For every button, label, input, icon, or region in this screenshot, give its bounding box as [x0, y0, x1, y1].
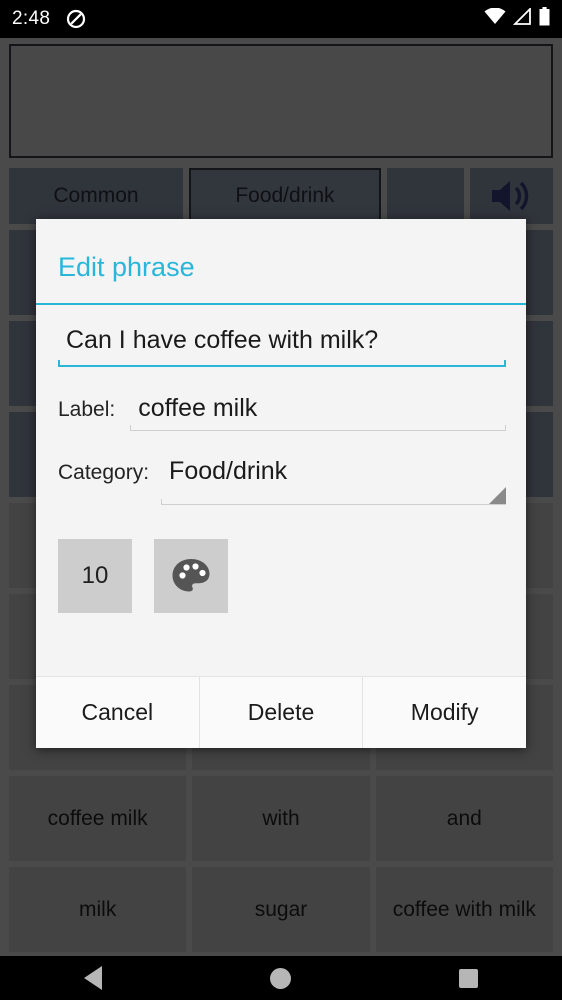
label-input-wrapper[interactable]: coffee milk — [130, 394, 506, 431]
category-spinner-underline — [161, 499, 506, 505]
status-bar-icons — [484, 6, 550, 31]
phrase-input[interactable]: Can I have coffee with milk? — [58, 326, 506, 365]
edit-phrase-dialog: Edit phrase Can I have coffee with milk?… — [36, 219, 527, 748]
wifi-icon — [484, 7, 506, 30]
dialog-body: Can I have coffee with milk? Label: coff… — [36, 305, 526, 676]
phrase-input-underline — [58, 360, 506, 367]
font-size-value: 10 — [81, 562, 109, 589]
color-picker-button[interactable] — [154, 539, 228, 613]
home-circle-icon[interactable] — [270, 967, 291, 989]
battery-full-icon — [539, 7, 550, 31]
category-caption: Category: — [58, 461, 150, 484]
label-input-underline — [130, 425, 506, 431]
do-not-disturb-icon — [66, 9, 86, 29]
recents-square-icon[interactable] — [459, 968, 478, 988]
option-buttons-row: 10 — [58, 539, 526, 613]
cancel-button[interactable]: Cancel — [36, 677, 200, 748]
label-caption: Label: — [58, 398, 116, 421]
font-size-button[interactable]: 10 — [58, 539, 132, 613]
category-row: Category: Food/drink — [58, 457, 506, 505]
cell-signal-icon — [512, 6, 532, 30]
palette-icon — [172, 559, 210, 592]
label-input[interactable]: coffee milk — [130, 394, 506, 430]
back-triangle-icon[interactable] — [84, 966, 102, 990]
dialog-button-bar: Cancel Delete Modify — [36, 676, 527, 748]
android-nav-bar — [0, 956, 562, 1000]
phrase-input-wrapper[interactable]: Can I have coffee with milk? — [58, 326, 506, 367]
status-bar: 2:48 — [0, 0, 562, 38]
delete-button[interactable]: Delete — [199, 677, 364, 748]
category-selected-value: Food/drink — [169, 457, 288, 485]
status-bar-clock: 2:48 — [12, 8, 51, 29]
dialog-title: Edit phrase — [58, 252, 195, 282]
category-spinner[interactable]: Food/drink — [161, 457, 506, 505]
phone-screen: 2:48 Common Food/drink coffee milk with … — [0, 0, 562, 1000]
label-row: Label: coffee milk — [58, 394, 506, 431]
modify-button[interactable]: Modify — [363, 677, 527, 748]
chevron-down-icon[interactable] — [489, 487, 506, 504]
